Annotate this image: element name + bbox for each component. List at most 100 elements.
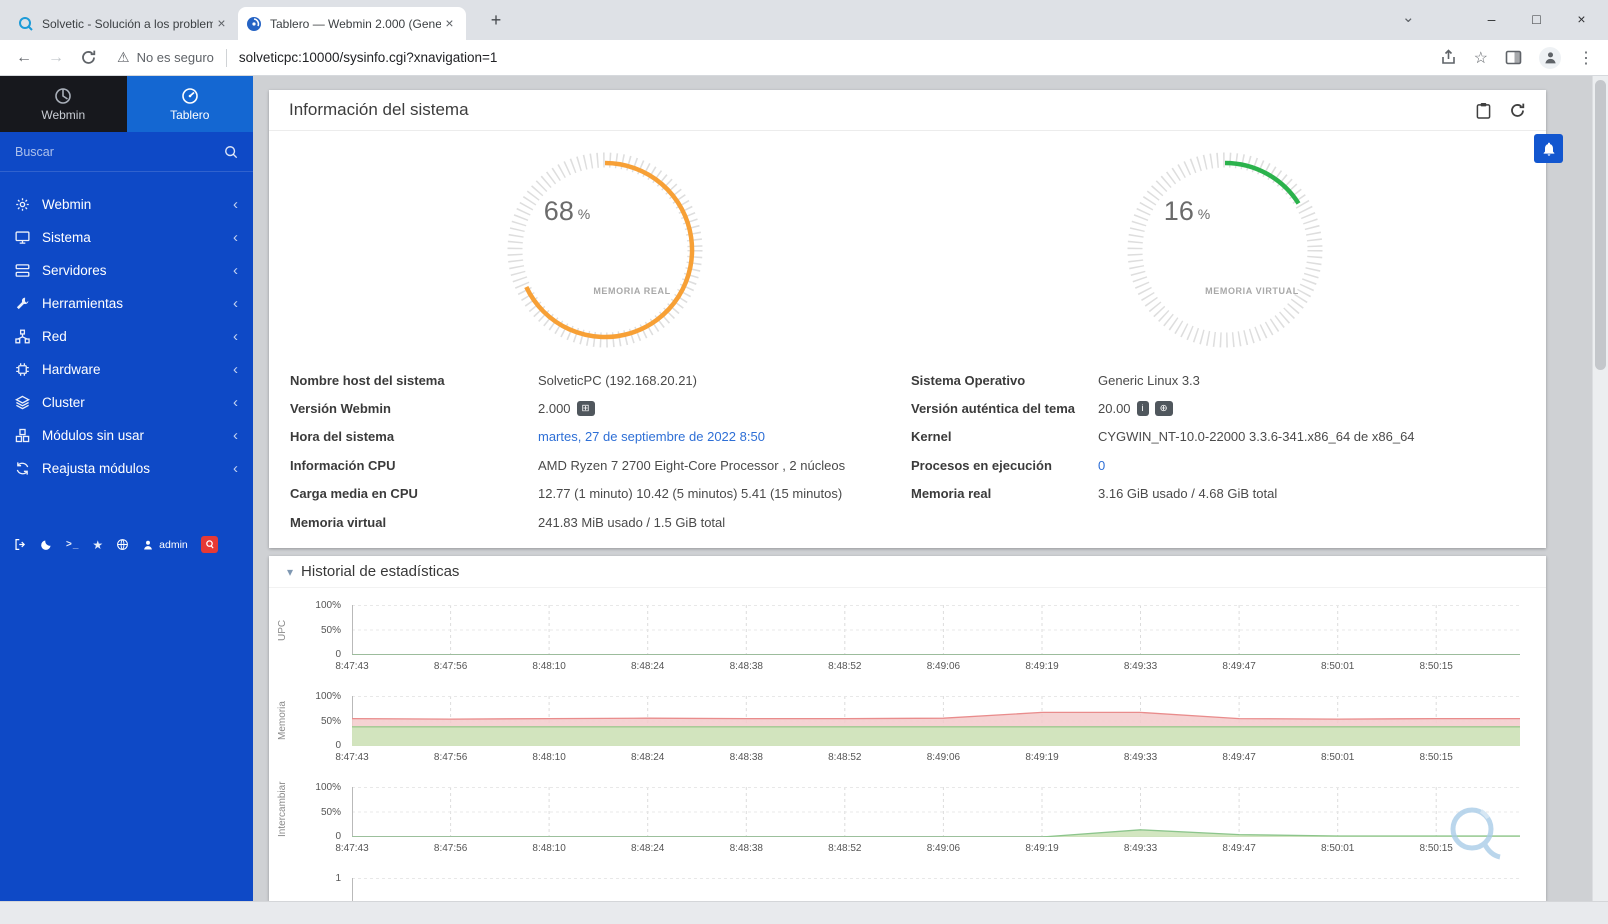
current-user-chip[interactable]: admin	[142, 539, 188, 551]
chart-x-axis: 8:47:43 8:47:56 8:48:10 8:48:24 8:48:38 8:48:…	[335, 752, 1520, 765]
back-icon[interactable]: ←	[16, 49, 32, 67]
sidebar-item-red[interactable]: Red ‹	[0, 320, 253, 353]
favorites-star-icon[interactable]: ★	[92, 538, 103, 552]
info-label: Nombre host del sistema	[290, 372, 445, 388]
sidebar-item-modulos-sin-usar[interactable]: Módulos sin usar ‹	[0, 419, 253, 452]
chevron-collapsed-icon: ‹	[233, 295, 238, 312]
chevron-collapsed-icon: ‹	[233, 460, 238, 477]
tab-solvetic[interactable]: Solvetic - Solución a los problem ×	[10, 7, 240, 40]
minimize-button[interactable]: –	[1469, 0, 1514, 38]
chevron-collapsed-icon: ‹	[233, 427, 238, 444]
x-tick-label: 8:47:56	[433, 661, 468, 672]
panel-header-actions	[1476, 102, 1526, 119]
chart-axis-label: Memoria	[277, 701, 288, 741]
server-icon	[15, 263, 42, 278]
badge-package-icon[interactable]: ⊞	[576, 400, 595, 417]
badge-globe-icon[interactable]: ⊕	[1154, 400, 1173, 417]
info-value[interactable]: martes, 27 de septiembre de 2022 8:50	[538, 429, 765, 444]
x-tick-label: 8:48:38	[729, 661, 763, 672]
info-label: Hora del sistema	[290, 429, 395, 445]
info-value[interactable]: 0	[1098, 458, 1105, 473]
sidebar-item-cluster[interactable]: Cluster ‹	[0, 386, 253, 419]
svg-text:MEMORIA VIRTUAL: MEMORIA VIRTUAL	[1205, 286, 1299, 296]
chart-y-axis: 100% 50% 0	[295, 600, 345, 660]
url-text[interactable]: solveticpc:10000/sysinfo.cgi?xnavigation…	[239, 50, 498, 65]
new-tab-button[interactable]: +	[484, 9, 508, 33]
tab-close-icon[interactable]: ×	[213, 15, 230, 32]
profile-avatar[interactable]	[1539, 46, 1561, 69]
collapse-triangle-icon: ▾	[287, 564, 294, 579]
info-label: Kernel	[911, 429, 952, 445]
refresh-icon[interactable]	[1509, 102, 1526, 119]
sidebar-item-webmin[interactable]: Webmin ‹	[0, 188, 253, 221]
sidebar-item-hardware[interactable]: Hardware ‹	[0, 353, 253, 386]
cubes-icon	[15, 428, 42, 443]
tab-title: Solvetic - Solución a los problem	[42, 16, 213, 31]
tab-search-caret-icon[interactable]: ⌄	[1402, 8, 1415, 26]
sidebar-tab-tablero[interactable]: Tablero	[126, 76, 253, 132]
info-value: 12.77 (1 minuto) 10.42 (5 minutos) 5.41 …	[538, 486, 843, 502]
vertical-scrollbar-thumb[interactable]	[1595, 80, 1606, 370]
chart-y-axis: 100% 50% 0	[295, 691, 345, 751]
tab-close-icon[interactable]: ×	[441, 15, 458, 32]
x-tick-label: 8:48:38	[729, 752, 763, 763]
solvetic-favicon-icon	[19, 16, 33, 31]
chevron-collapsed-icon: ‹	[233, 229, 238, 246]
search-input[interactable]	[15, 144, 224, 159]
terminal-icon[interactable]: >_	[66, 539, 79, 550]
chevron-collapsed-icon: ‹	[233, 196, 238, 213]
address-divider	[225, 48, 227, 67]
browser-window: Solvetic - Solución a los problem × Tabl…	[0, 0, 1608, 924]
security-label: No es seguro	[136, 50, 214, 65]
solvetic-badge-icon[interactable]	[200, 536, 218, 553]
tab-title: Tablero — Webmin 2.000 (Gener	[270, 16, 441, 31]
info-row-procesos-en-ejecucion: Procesos en ejecución 0	[911, 451, 1536, 479]
reload-icon[interactable]	[80, 49, 97, 66]
info-label: Procesos en ejecución	[911, 457, 1052, 473]
menu-kebab-icon[interactable]: ⋮	[1578, 48, 1594, 68]
sidebar-item-reajusta-modulos[interactable]: Reajusta módulos ‹	[0, 452, 253, 485]
y-tick-label: 100%	[315, 600, 341, 611]
side-panel-icon[interactable]	[1505, 49, 1522, 66]
sidebar-tab-label: Tablero	[170, 107, 210, 122]
bell-icon	[1543, 142, 1554, 156]
notifications-bell-button[interactable]	[1534, 134, 1563, 163]
sidebar-item-label: Sistema	[42, 230, 91, 245]
svg-text:68 %: 68 %	[544, 196, 590, 226]
stats-history-header[interactable]: ▾ Historial de estadísticas	[269, 556, 1546, 588]
horizontal-scrollbar[interactable]	[0, 901, 1608, 924]
badge-info-icon[interactable]: i	[1136, 400, 1149, 417]
sidebar-item-servidores[interactable]: Servidores ‹	[0, 254, 253, 287]
x-tick-label: 8:49:33	[1123, 843, 1158, 854]
y-tick-label: 1	[335, 873, 341, 884]
close-button[interactable]: ×	[1559, 0, 1604, 38]
x-tick-label: 8:47:43	[335, 843, 369, 854]
x-tick-label: 8:48:10	[532, 661, 566, 672]
security-indicator[interactable]: ⚠ No es seguro	[117, 49, 214, 66]
sidebar-item-label: Reajusta módulos	[42, 461, 151, 476]
sidebar-menu: Webmin ‹ Sistema ‹ Servidores ‹ Herramientas ‹ R…	[0, 188, 253, 485]
info-label: Versión auténtica del tema	[911, 401, 1076, 417]
layers-icon	[15, 395, 42, 410]
x-tick-label: 8:50:15	[1419, 752, 1453, 763]
search-icon[interactable]	[224, 145, 238, 159]
maximize-button[interactable]: □	[1514, 0, 1559, 38]
sidebar-item-herramientas[interactable]: Herramientas ‹	[0, 287, 253, 320]
logout-icon[interactable]	[14, 538, 27, 551]
sidebar-item-sistema[interactable]: Sistema ‹	[0, 221, 253, 254]
tab-webmin-dashboard[interactable]: Tablero — Webmin 2.000 (Gener ×	[238, 7, 466, 40]
night-mode-icon[interactable]	[40, 538, 53, 551]
forward-icon[interactable]: →	[48, 49, 64, 67]
bookmark-star-icon[interactable]: ☆	[1474, 48, 1488, 68]
language-globe-icon[interactable]	[116, 538, 129, 551]
clipboard-icon[interactable]	[1476, 102, 1491, 119]
x-tick-label: 8:48:52	[828, 661, 862, 672]
x-tick-label: 8:49:19	[1025, 661, 1059, 672]
sidebar: Webmin Tablero Webmin‹ Sistema ‹ Servidores…	[0, 76, 253, 901]
sidebar-item-label: Red	[42, 329, 67, 344]
sidebar-item-label: Módulos sin usar	[42, 428, 145, 443]
sidebar-tab-webmin[interactable]: Webmin	[0, 76, 127, 132]
share-icon[interactable]	[1440, 49, 1457, 66]
vertical-scrollbar[interactable]	[1592, 76, 1608, 901]
network-icon	[15, 329, 42, 344]
